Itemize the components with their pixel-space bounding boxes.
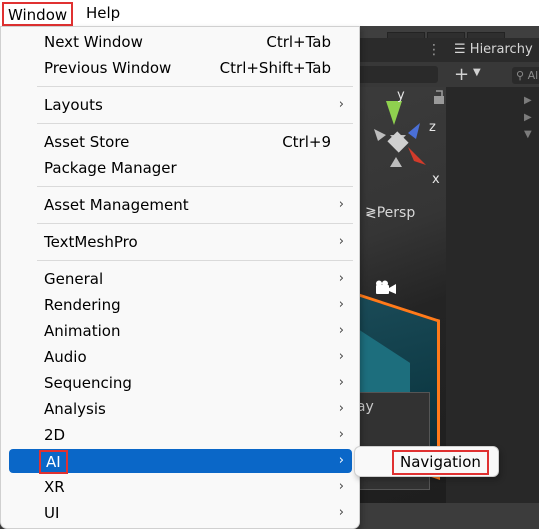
persp-prefix-icon: ≷ — [365, 205, 377, 221]
chevron-right-icon: › — [338, 427, 344, 442]
menu-separator — [37, 260, 353, 261]
menu-item-sequencing[interactable]: Sequencing › — [9, 371, 352, 395]
menu-separator — [37, 223, 353, 224]
menu-item-asset-store[interactable]: Asset Store Ctrl+9 — [9, 130, 352, 154]
submenu-item-navigation[interactable]: Navigation — [392, 450, 489, 475]
chevron-right-icon: › — [338, 323, 344, 338]
menu-item-analysis[interactable]: Analysis › — [9, 397, 352, 421]
chevron-right-icon: › — [338, 401, 344, 416]
hierarchy-tab-bar: ☰ Hierarchy — [446, 38, 539, 62]
tab-hierarchy[interactable]: ☰ Hierarchy — [454, 42, 533, 57]
chevron-right-icon: › — [338, 479, 344, 494]
gizmo-y-label: y — [397, 88, 405, 103]
menu-separator — [37, 123, 353, 124]
gizmo-x-label: x — [432, 172, 440, 187]
menu-bar: Window Help — [0, 0, 539, 26]
chevron-right-icon: › — [338, 297, 344, 312]
collapse-arrow-icon[interactable]: ▼ — [524, 129, 532, 140]
chevron-right-icon: › — [338, 271, 344, 286]
menu-item-audio[interactable]: Audio › — [9, 345, 352, 369]
menu-item-ui[interactable]: UI › — [9, 501, 352, 525]
hierarchy-search-input[interactable]: ⚲ All — [512, 67, 539, 84]
window-menu: Next Window Ctrl+Tab Previous Window Ctr… — [0, 26, 360, 529]
gizmo-z-label: z — [429, 120, 436, 135]
chevron-right-icon: › — [338, 375, 344, 390]
menu-item-xr[interactable]: XR › — [9, 475, 352, 499]
search-icon: ⚲ — [516, 69, 525, 82]
hierarchy-toolbar: + ▼ ⚲ All — [446, 62, 539, 87]
scene-search-field[interactable] — [352, 66, 438, 83]
menu-separator — [37, 86, 353, 87]
menu-separator — [37, 186, 353, 187]
menu-item-asset-management[interactable]: Asset Management › — [9, 193, 352, 217]
chevron-right-icon: › — [338, 349, 344, 364]
orientation-gizmo-icon[interactable]: y z x — [356, 87, 446, 192]
chevron-right-icon: › — [338, 505, 344, 520]
menu-item-2d[interactable]: 2D › — [9, 423, 352, 447]
chevron-right-icon: › — [338, 234, 344, 249]
menu-item-next-window[interactable]: Next Window Ctrl+Tab — [9, 30, 352, 54]
menu-item-layouts[interactable]: Layouts › — [9, 93, 352, 117]
camera-icon[interactable] — [374, 280, 398, 296]
menu-item-rendering[interactable]: Rendering › — [9, 293, 352, 317]
menu-item-textmeshpro[interactable]: TextMeshPro › — [9, 230, 352, 254]
chevron-right-icon: › — [338, 453, 344, 468]
persp-label[interactable]: ≷Persp — [365, 205, 415, 221]
add-icon[interactable]: + — [454, 64, 469, 85]
expand-arrow-icon[interactable]: ▶ — [524, 95, 532, 106]
menu-item-general[interactable]: General › — [9, 267, 352, 291]
menu-item-animation[interactable]: Animation › — [9, 319, 352, 343]
chevron-down-icon[interactable]: ▼ — [473, 67, 481, 78]
chevron-right-icon: › — [338, 97, 344, 112]
hierarchy-panel: ▶ ▶ ▼ — [446, 87, 539, 503]
hierarchy-icon: ☰ — [454, 42, 466, 57]
expand-arrow-icon[interactable]: ▶ — [524, 112, 532, 123]
menu-help[interactable]: Help — [86, 2, 120, 26]
menu-item-package-manager[interactable]: Package Manager — [9, 156, 352, 180]
persp-text: Persp — [376, 205, 416, 221]
more-icon[interactable]: ⋮ — [427, 42, 441, 58]
chevron-right-icon: › — [338, 197, 344, 212]
ai-submenu: Navigation — [354, 446, 499, 477]
menu-item-previous-window[interactable]: Previous Window Ctrl+Shift+Tab — [9, 56, 352, 80]
menu-item-ai[interactable]: AI › — [9, 449, 352, 474]
menu-window[interactable]: Window — [2, 2, 74, 26]
